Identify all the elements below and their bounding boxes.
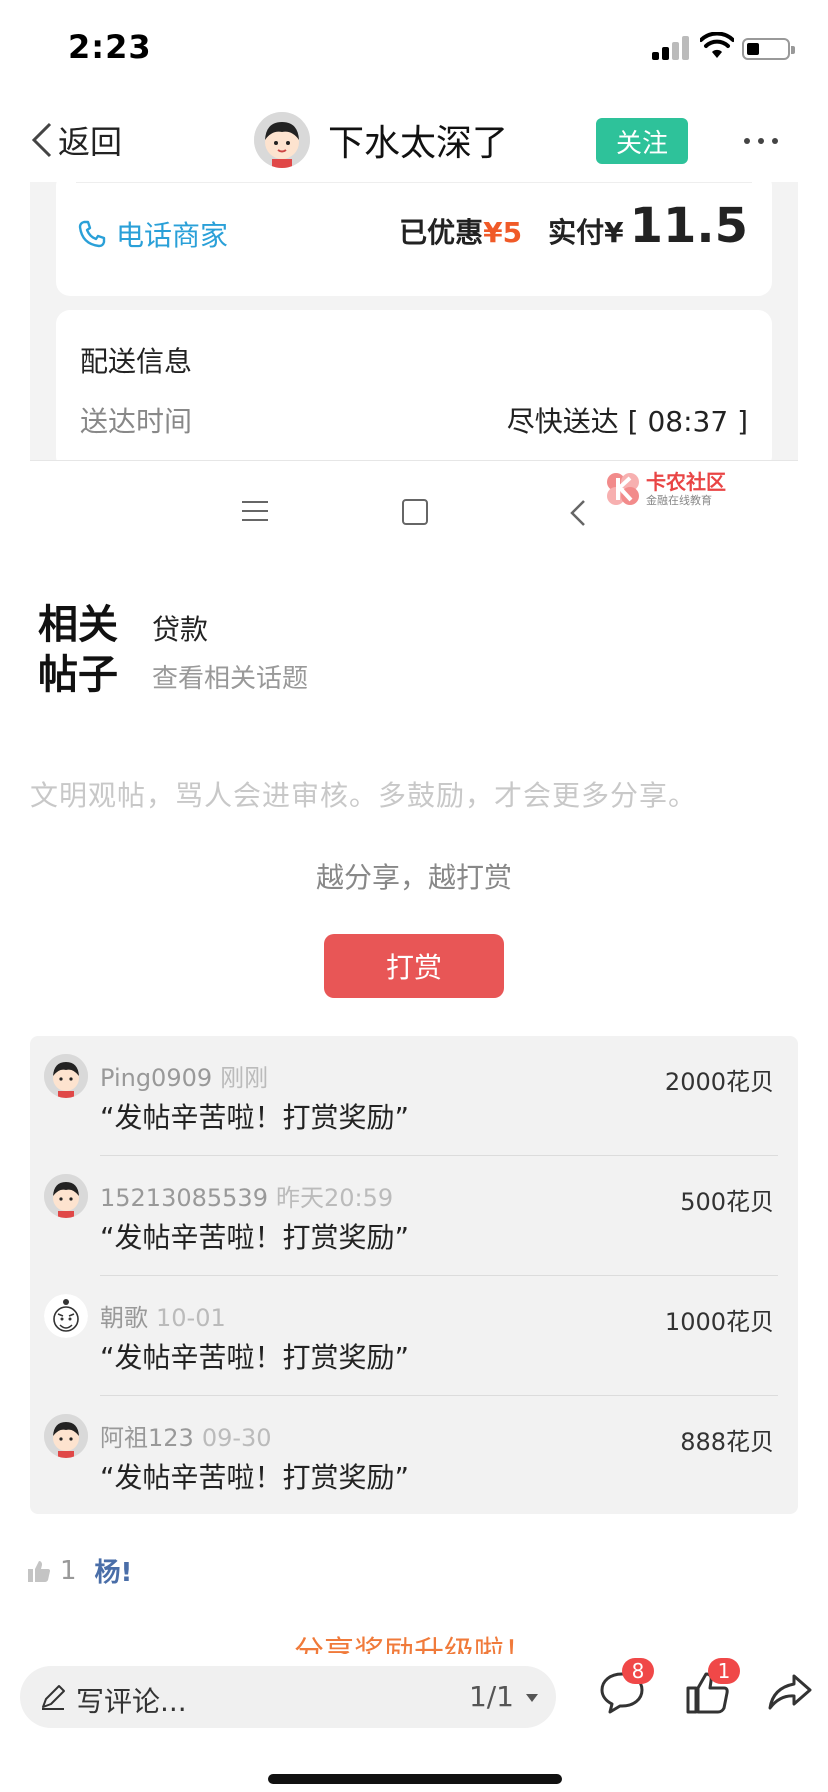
author-avatar[interactable] <box>254 112 310 168</box>
payment-summary: 已优惠 ¥5 实付¥ 11.5 <box>399 198 748 254</box>
reward-item[interactable]: 朝歌 10-01 “发帖辛苦啦！打赏奖励” 1000花贝 <box>30 1276 798 1396</box>
reward-list: Ping0909 刚刚 “发帖辛苦啦！打赏奖励” 2000花贝 152130855… <box>30 1036 798 1514</box>
chevron-left-icon <box>31 122 52 158</box>
bottom-bar: 写评论... 1/1 8 1 <box>0 1654 828 1792</box>
reward-item[interactable]: 阿祖123 09-30 “发帖辛苦啦！打赏奖励” 888花贝 <box>30 1396 798 1516</box>
wifi-icon <box>700 32 734 58</box>
delivery-time-label: 送达时间 <box>80 405 193 438</box>
user-avatar[interactable] <box>44 1054 88 1098</box>
reward-username: 阿祖123 09-30 <box>100 1424 272 1452</box>
like-button[interactable]: 1 <box>684 1658 740 1716</box>
comment-input[interactable]: 写评论... 1/1 <box>20 1666 556 1728</box>
square-icon <box>402 499 428 525</box>
watermark-subtitle: 金融在线教育 <box>646 494 712 507</box>
kanong-logo-icon <box>607 473 639 505</box>
watermark-title: 卡农社区 <box>646 470 726 494</box>
more-options-icon[interactable] <box>742 136 782 146</box>
follow-button[interactable]: 关注 <box>596 118 688 164</box>
sketch-avatar-icon <box>44 1294 88 1338</box>
delivery-title: 配送信息 <box>80 345 193 378</box>
page-title: 下水太深了 <box>328 123 509 164</box>
delivery-card: 配送信息 送达时间 尽快送达 [ 08:37 ] <box>56 310 772 460</box>
reward-slogan: 越分享，越打赏 <box>315 861 512 894</box>
reward-amount: 888花贝 <box>680 1428 774 1456</box>
reward-message: “发帖辛苦啦！打赏奖励” <box>100 1101 410 1134</box>
battery-icon <box>742 38 795 60</box>
user-avatar[interactable] <box>44 1174 88 1218</box>
status-bar: 2:23 <box>0 0 828 90</box>
user-avatar[interactable] <box>44 1414 88 1458</box>
delivery-time-value: 尽快送达 [ 08:37 ] <box>506 405 748 438</box>
related-posts-label: 相关帖子 <box>38 601 118 698</box>
status-time: 2:23 <box>68 28 152 66</box>
reward-message: “发帖辛苦啦！打赏奖励” <box>100 1341 410 1374</box>
civility-notice: 文明观帖，骂人会进审核。多鼓励，才会更多分享。 <box>30 779 698 812</box>
view-related-topics-link[interactable]: 查看相关话题 <box>152 658 308 695</box>
reward-username: 朝歌 10-01 <box>100 1304 226 1332</box>
reward-message: “发帖辛苦啦！打赏奖励” <box>100 1221 410 1254</box>
back-label: 返回 <box>58 123 123 161</box>
embedded-screenshot: 电话商家 已优惠 ¥5 实付¥ 11.5 配送信息 送达时间 尽快送达 [ 08… <box>30 182 798 460</box>
comment-count-badge: 8 <box>622 1658 654 1684</box>
order-card: 电话商家 已优惠 ¥5 实付¥ 11.5 <box>56 182 772 296</box>
share-button[interactable] <box>766 1668 814 1716</box>
reward-username: 15213085539 昨天20:59 <box>100 1184 394 1212</box>
watermark-logo: 卡农社区 金融在线教育 <box>604 470 726 508</box>
home-indicator[interactable] <box>268 1774 562 1784</box>
nav-bar: 返回 下水太深了 关注 <box>0 100 828 180</box>
menu-icon <box>242 501 268 523</box>
signal-icon <box>652 36 692 60</box>
boy-avatar-icon <box>44 1414 88 1458</box>
boy-avatar-icon <box>44 1054 88 1098</box>
phone-icon <box>78 220 106 248</box>
reward-message: “发帖辛苦啦！打赏奖励” <box>100 1461 410 1494</box>
boy-avatar-icon <box>254 112 310 168</box>
like-row: 1 杨! <box>26 1552 132 1589</box>
like-count: 1 <box>60 1555 77 1586</box>
share-reward-banner: 分享奖励升级啦！ <box>294 1635 534 1655</box>
reward-item[interactable]: 15213085539 昨天20:59 “发帖辛苦啦！打赏奖励” 500花贝 <box>30 1156 798 1276</box>
comment-placeholder: 写评论... <box>76 1685 187 1718</box>
share-icon <box>768 1674 812 1710</box>
boy-avatar-icon <box>44 1174 88 1218</box>
like-user[interactable]: 杨! <box>95 1552 133 1589</box>
reward-button[interactable]: 打赏 <box>324 934 504 998</box>
chevron-left-icon <box>570 500 585 526</box>
reward-amount: 500花贝 <box>680 1188 774 1216</box>
user-avatar[interactable] <box>44 1294 88 1338</box>
reward-amount: 2000花贝 <box>664 1068 774 1096</box>
pencil-icon <box>42 1685 65 1710</box>
reward-item[interactable]: Ping0909 刚刚 “发帖辛苦啦！打赏奖励” 2000花贝 <box>30 1036 798 1156</box>
back-button[interactable]: 返回 <box>28 112 122 168</box>
like-count-badge: 1 <box>708 1658 740 1684</box>
page-indicator[interactable]: 1/1 <box>469 1680 514 1713</box>
reward-amount: 1000花贝 <box>664 1308 774 1336</box>
caret-down-icon <box>526 1694 538 1702</box>
call-merchant-button: 电话商家 <box>76 214 228 254</box>
thumbs-up-icon[interactable] <box>26 1558 52 1584</box>
reward-username: Ping0909 刚刚 <box>100 1064 269 1092</box>
comments-button[interactable]: 8 <box>598 1658 654 1716</box>
related-topic-link[interactable]: 贷款 <box>152 608 208 648</box>
